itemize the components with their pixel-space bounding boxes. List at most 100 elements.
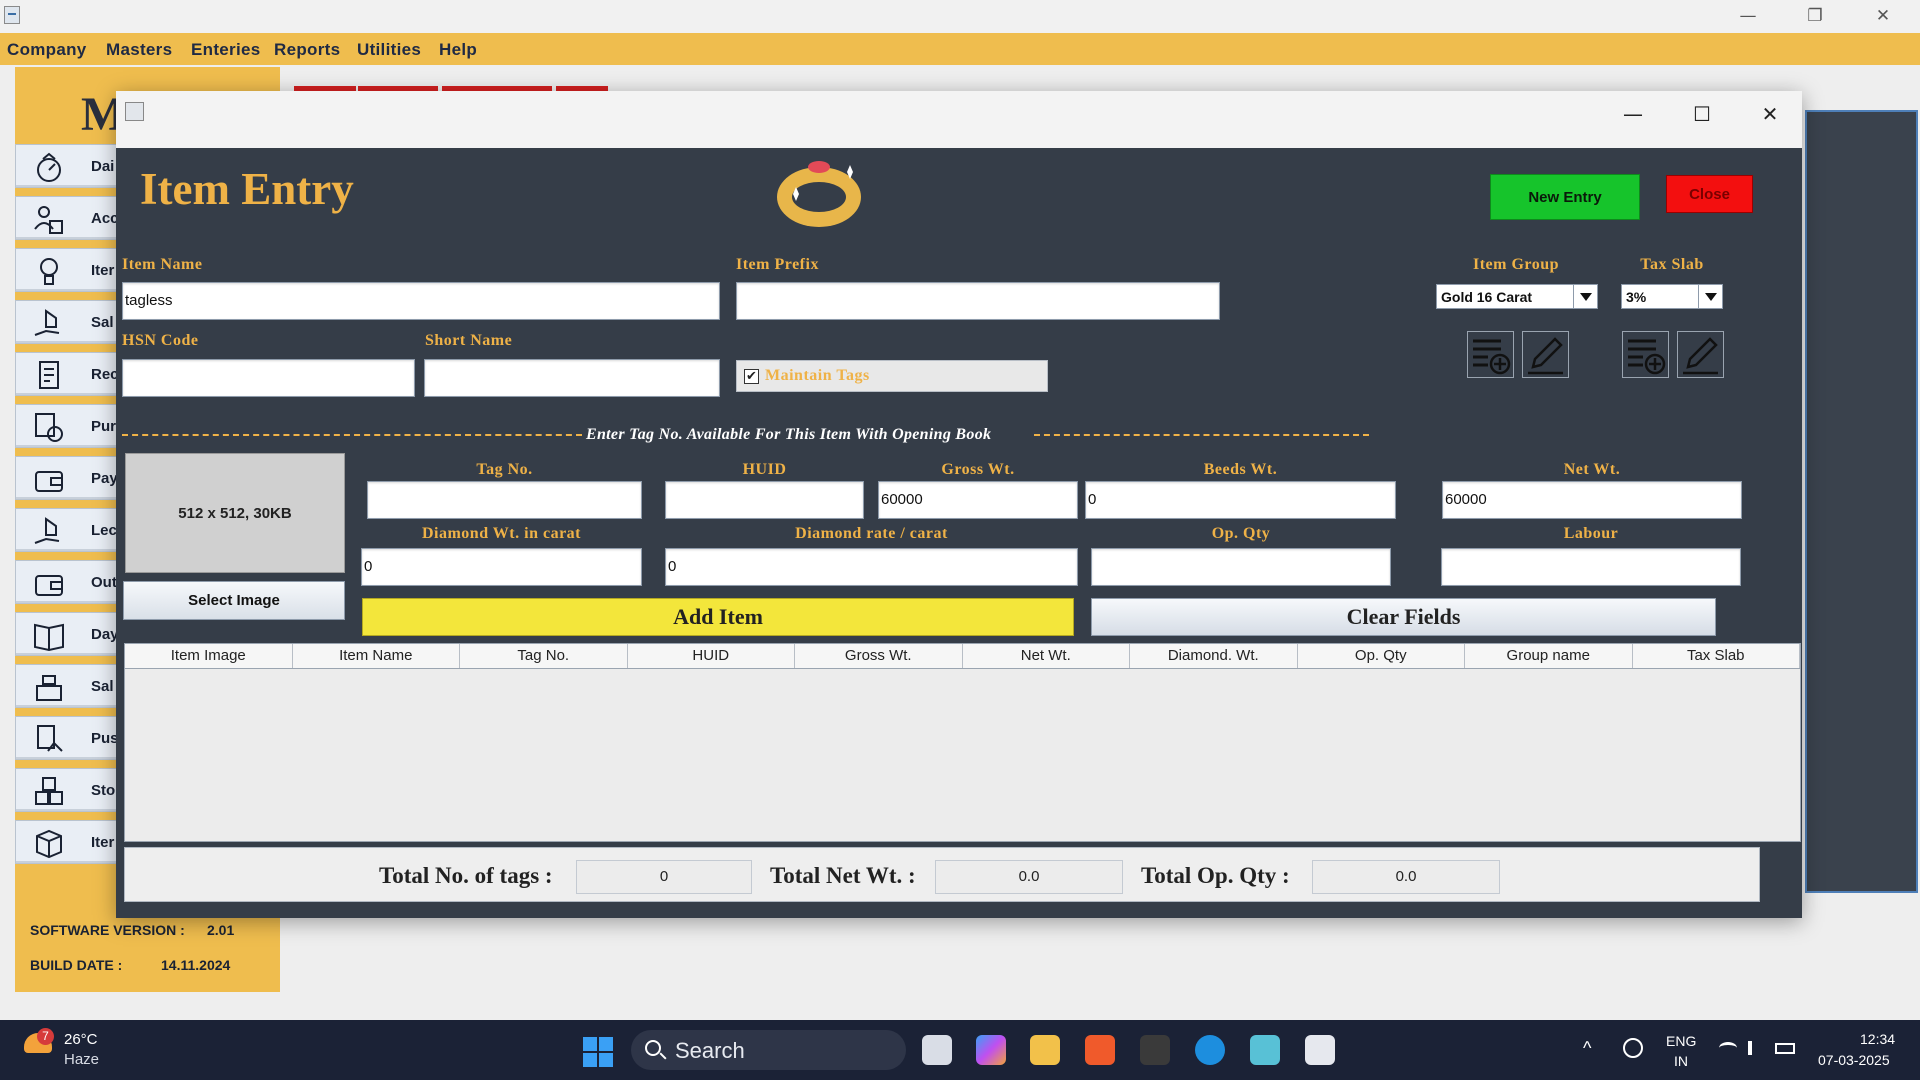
tag-no-field[interactable]: [367, 481, 642, 519]
region-indicator[interactable]: IN: [1674, 1053, 1688, 1069]
menu-masters[interactable]: Masters: [106, 40, 172, 60]
net-wt-field[interactable]: 60000: [1442, 481, 1742, 519]
edge-browser-icon[interactable]: [1195, 1035, 1225, 1065]
start-button[interactable]: [583, 1037, 613, 1067]
tray-chevron-icon[interactable]: ^: [1583, 1038, 1591, 1059]
op-qty-label: Op. Qty: [1211, 525, 1271, 542]
beeds-wt-label: Beeds Wt.: [1203, 461, 1278, 478]
sidebar-item-ledger[interactable]: Lec: [15, 508, 125, 552]
hsn-code-label: HSN Code: [122, 332, 199, 349]
close-window-button[interactable]: ✕: [1850, 0, 1916, 33]
sync-icon[interactable]: [1623, 1038, 1643, 1058]
column-header-item-name[interactable]: Item Name: [293, 644, 460, 668]
op-qty-field[interactable]: [1091, 548, 1391, 586]
menu-help[interactable]: Help: [439, 40, 477, 60]
close-button[interactable]: Close: [1666, 175, 1753, 213]
dialog-maximize-button[interactable]: ☐: [1677, 99, 1727, 129]
wifi-icon[interactable]: [1719, 1042, 1737, 1054]
gross-wt-field[interactable]: 60000: [878, 481, 1078, 519]
battery-icon[interactable]: [1775, 1043, 1795, 1054]
select-image-button[interactable]: Select Image: [123, 581, 345, 620]
beeds-wt-field[interactable]: 0: [1085, 481, 1396, 519]
sidebar-item-label: Pur: [91, 418, 117, 435]
maintain-tags-checkbox[interactable]: ✔ Maintain Tags: [736, 360, 1048, 392]
menu-company[interactable]: Company: [7, 40, 87, 60]
column-header-huid[interactable]: HUID: [628, 644, 795, 668]
java-app-icon: [125, 102, 144, 121]
sidebar-item-purchase[interactable]: Pur: [15, 404, 125, 448]
sidebar-item-dashboard[interactable]: Dai: [15, 144, 125, 188]
restore-button[interactable]: ❐: [1782, 0, 1848, 33]
sidebar-item-label: Iter: [91, 262, 115, 279]
menu-utilities[interactable]: Utilities: [357, 40, 421, 60]
sidebar-item-item-master[interactable]: Iter: [15, 820, 125, 864]
diamond-rate-field[interactable]: 0: [665, 548, 1078, 586]
clock-time[interactable]: 12:34: [1860, 1031, 1895, 1047]
taskbar: 7 26°C Haze Search ^ ENG IN 12:34 07-03-…: [0, 1020, 1920, 1080]
labour-label: Labour: [1563, 525, 1619, 542]
chevron-down-icon[interactable]: [1698, 285, 1722, 308]
sidebar-item-payment[interactable]: Pay: [15, 456, 125, 500]
sidebar-item-accounts[interactable]: Acc: [15, 196, 125, 240]
edit-tax-slab-button[interactable]: [1677, 331, 1724, 378]
language-indicator[interactable]: ENG: [1666, 1033, 1696, 1049]
hsn-code-field[interactable]: [122, 359, 415, 397]
copilot-icon[interactable]: [976, 1035, 1006, 1065]
weather-description[interactable]: Haze: [64, 1051, 99, 1068]
volume-muted-icon[interactable]: [1748, 1041, 1762, 1055]
java-app-icon: [4, 6, 20, 24]
page-title: Item Entry: [140, 164, 354, 214]
taskbar-search[interactable]: Search: [631, 1030, 906, 1070]
column-header-tag-no[interactable]: Tag No.: [460, 644, 628, 668]
media-app-icon[interactable]: [1140, 1035, 1170, 1065]
task-view-icon[interactable]: [922, 1035, 952, 1065]
sidebar-item-label: Sal: [91, 678, 114, 695]
items-table[interactable]: Item Image Item Name Tag No. HUID Gross …: [124, 643, 1801, 842]
sidebar-item-stock[interactable]: Sto: [15, 768, 125, 812]
short-name-field[interactable]: [424, 359, 720, 397]
dashed-divider: [122, 434, 582, 436]
menu-reports[interactable]: Reports: [274, 40, 340, 60]
labour-field[interactable]: [1441, 548, 1741, 586]
item-prefix-field[interactable]: [736, 282, 1220, 320]
column-header-tax-slab[interactable]: Tax Slab: [1633, 644, 1800, 668]
sidebar-item-outstanding[interactable]: Out: [15, 560, 125, 604]
chevron-down-icon[interactable]: [1573, 285, 1597, 308]
column-header-diamond-wt[interactable]: Diamond. Wt.: [1130, 644, 1298, 668]
edit-item-group-button[interactable]: [1522, 331, 1569, 378]
file-explorer-icon[interactable]: [1030, 1035, 1060, 1065]
clear-fields-button[interactable]: Clear Fields: [1091, 598, 1716, 636]
add-tax-slab-button[interactable]: [1622, 331, 1669, 378]
dialog-minimize-button[interactable]: —: [1608, 99, 1658, 129]
column-header-net-wt[interactable]: Net Wt.: [963, 644, 1130, 668]
column-header-group-name[interactable]: Group name: [1465, 644, 1633, 668]
cube-app-icon[interactable]: [1250, 1035, 1280, 1065]
dialog-close-button[interactable]: ✕: [1745, 99, 1795, 129]
item-group-label: Item Group: [1472, 256, 1560, 273]
sidebar-item-items[interactable]: Iter: [15, 248, 125, 292]
item-group-select[interactable]: Gold 16 Carat: [1436, 284, 1598, 309]
diamond-wt-field[interactable]: 0: [361, 548, 642, 586]
huid-field[interactable]: [665, 481, 864, 519]
java-taskbar-icon[interactable]: [1305, 1035, 1335, 1065]
dashboard-icon: [37, 152, 61, 182]
clock-date[interactable]: 07-03-2025: [1818, 1052, 1890, 1068]
add-item-button[interactable]: Add Item: [362, 598, 1074, 636]
column-header-item-image[interactable]: Item Image: [125, 644, 293, 668]
minimize-button[interactable]: —: [1715, 0, 1781, 33]
checkbox-check-icon[interactable]: ✔: [744, 369, 759, 384]
sidebar-item-sales-register[interactable]: Sal: [15, 664, 125, 708]
column-header-op-qty[interactable]: Op. Qty: [1298, 644, 1465, 668]
brave-browser-icon[interactable]: [1085, 1035, 1115, 1065]
new-entry-button[interactable]: New Entry: [1490, 174, 1640, 220]
sidebar-item-receipt[interactable]: Rec: [15, 352, 125, 396]
sidebar-item-purchase-report[interactable]: Pus: [15, 716, 125, 760]
item-name-field[interactable]: tagless: [122, 282, 720, 320]
add-item-group-button[interactable]: [1467, 331, 1514, 378]
sidebar-item-sales[interactable]: Sal: [15, 300, 125, 344]
weather-temperature[interactable]: 26°C: [64, 1031, 98, 1048]
tax-slab-select[interactable]: 3%: [1621, 284, 1723, 309]
menu-enteries[interactable]: Enteries: [191, 40, 261, 60]
sidebar-item-daybook[interactable]: Day: [15, 612, 125, 656]
column-header-gross-wt[interactable]: Gross Wt.: [795, 644, 963, 668]
